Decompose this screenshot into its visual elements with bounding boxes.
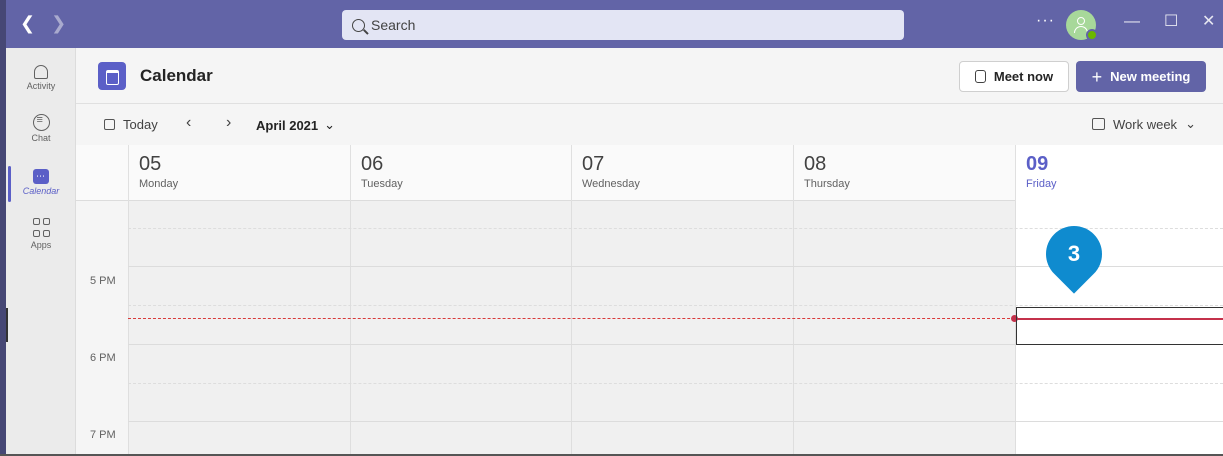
forward-icon[interactable]: ❯ [51, 13, 66, 33]
day-header-friday[interactable]: 09 Friday [1015, 145, 1223, 201]
day-number: 08 [804, 153, 827, 175]
chat-icon [32, 114, 50, 131]
minimize-button[interactable]: — [1124, 12, 1140, 32]
rail-item-activity[interactable]: Activity [6, 56, 76, 106]
day-headers: 05 Monday 06 Tuesday 07 Wednesday 08 Thu… [76, 145, 1223, 201]
month-label: April 2021 [256, 117, 319, 133]
calendar-icon [33, 169, 49, 184]
calendar-header: Calendar Meet now + New meeting [76, 48, 1223, 104]
rail-item-calendar[interactable]: Calendar [6, 160, 76, 210]
app-rail: Activity Chat Calendar Apps [6, 48, 76, 456]
chevron-down-icon: ⌄ [324, 117, 336, 132]
rail-item-label: Activity [26, 81, 56, 91]
history-nav: ❮ ❯ [20, 13, 66, 33]
rail-item-chat[interactable]: Chat [6, 110, 76, 160]
day-number: 09 [1026, 153, 1049, 175]
calendar-grid: 05 Monday 06 Tuesday 07 Wednesday 08 Thu… [76, 145, 1223, 456]
video-icon [974, 70, 986, 83]
calendar-view-icon [1092, 118, 1105, 130]
back-icon[interactable]: ❮ [20, 13, 35, 33]
view-switcher[interactable]: Work week ⌄ [1092, 116, 1196, 132]
rail-item-apps[interactable]: Apps [6, 214, 76, 264]
rail-item-label: Chat [31, 133, 51, 143]
search-placeholder: Search [371, 17, 416, 33]
rail-item-label: Calendar [22, 186, 60, 196]
day-name: Monday [139, 178, 179, 190]
teams-window: ❮ ❯ Search ··· — ☐ ✕ Activity Chat Calen… [0, 0, 1223, 456]
half-hour-line [128, 383, 1223, 384]
plus-icon: + [1091, 66, 1103, 87]
rail-item-label: Apps [30, 240, 52, 250]
month-picker[interactable]: April 2021 ⌄ [256, 117, 335, 133]
day-header-monday[interactable]: 05 Monday [128, 145, 350, 201]
day-number: 05 [139, 153, 162, 175]
close-button[interactable]: ✕ [1202, 12, 1215, 32]
day-name: Thursday [804, 178, 850, 190]
avatar[interactable] [1066, 10, 1098, 41]
meet-now-label: Meet now [993, 69, 1054, 84]
new-meeting-label: New meeting [1110, 69, 1191, 84]
callout-number: 3 [1067, 241, 1081, 266]
status-available-icon [1086, 29, 1098, 41]
day-name: Tuesday [361, 178, 403, 190]
day-column-tuesday[interactable] [350, 201, 571, 456]
day-header-wednesday[interactable]: 07 Wednesday [571, 145, 793, 201]
day-column-monday[interactable] [128, 201, 350, 456]
bell-icon [34, 65, 48, 79]
calendar-today-icon [104, 119, 115, 130]
day-column-wednesday[interactable] [571, 201, 793, 456]
day-header-tuesday[interactable]: 06 Tuesday [350, 145, 571, 201]
half-hour-line [128, 305, 1223, 306]
page-title: Calendar [140, 66, 213, 85]
today-label: Today [123, 117, 158, 132]
day-name: Friday [1026, 178, 1057, 190]
day-number: 06 [361, 153, 384, 175]
time-label: 5 PM [90, 275, 116, 287]
meet-now-button[interactable]: Meet now [959, 61, 1069, 92]
day-header-thursday[interactable]: 08 Thursday [793, 145, 1015, 201]
search-input[interactable]: Search [342, 10, 904, 40]
title-bar: ❮ ❯ Search ··· — ☐ ✕ [6, 0, 1223, 48]
calendar-toolbar: Today ‹ › April 2021 ⌄ Work week ⌄ [76, 105, 1223, 145]
today-button[interactable]: Today [104, 117, 158, 132]
time-label: 6 PM [90, 352, 116, 364]
window-edge [6, 308, 8, 342]
previous-week-button[interactable]: ‹ [186, 114, 191, 132]
time-column: 5 PM 6 PM 7 PM [76, 201, 128, 456]
day-number: 07 [582, 153, 605, 175]
avatar-head [1077, 17, 1085, 25]
day-name: Wednesday [582, 178, 640, 190]
day-column-thursday[interactable] [793, 201, 1015, 456]
time-label: 7 PM [90, 429, 116, 441]
current-time-line [128, 318, 1015, 319]
chevron-down-icon: ⌄ [1185, 116, 1196, 131]
maximize-button[interactable]: ☐ [1164, 12, 1178, 32]
apps-icon [32, 218, 50, 238]
callout-marker: 3 [1034, 214, 1114, 294]
next-week-button[interactable]: › [226, 114, 231, 132]
search-icon [352, 18, 365, 32]
calendar-app-icon [98, 62, 126, 90]
more-options-button[interactable]: ··· [1036, 12, 1055, 30]
hour-line [128, 421, 1223, 422]
view-label: Work week [1113, 116, 1178, 132]
selected-time-slot[interactable] [1016, 307, 1223, 345]
new-meeting-button[interactable]: + New meeting [1076, 61, 1206, 92]
